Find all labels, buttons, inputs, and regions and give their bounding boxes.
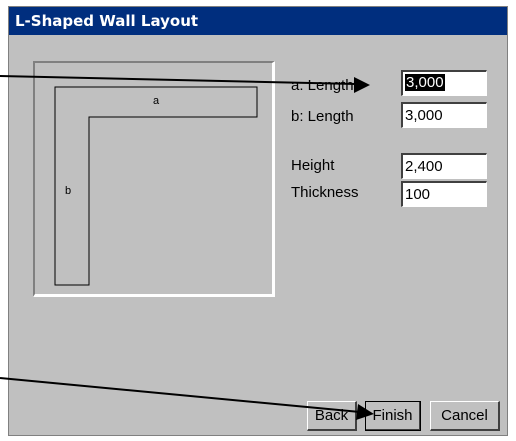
l-shape-outline bbox=[54, 86, 258, 286]
cancel-button[interactable]: Cancel bbox=[430, 401, 500, 431]
height-field[interactable] bbox=[401, 153, 487, 179]
a-length-value: 3,000 bbox=[405, 74, 445, 91]
dimension-label-a: a bbox=[153, 95, 160, 107]
wall-layout-preview: a b bbox=[33, 61, 275, 297]
finish-button[interactable]: Finish bbox=[365, 401, 421, 431]
b-length-field[interactable] bbox=[401, 102, 487, 128]
a-length-field[interactable]: 3,000 bbox=[401, 70, 487, 96]
l-shaped-wall-dialog: L-Shaped Wall Layout a b a: Length 3,000… bbox=[8, 6, 508, 436]
a-length-label: a: Length bbox=[291, 77, 354, 94]
thickness-field[interactable] bbox=[401, 181, 487, 207]
thickness-label: Thickness bbox=[291, 184, 359, 201]
b-length-label: b: Length bbox=[291, 108, 354, 125]
dialog-title: L-Shaped Wall Layout bbox=[9, 7, 507, 35]
dimension-label-b: b bbox=[65, 185, 72, 197]
height-label: Height bbox=[291, 157, 335, 174]
back-button[interactable]: Back bbox=[307, 401, 357, 431]
